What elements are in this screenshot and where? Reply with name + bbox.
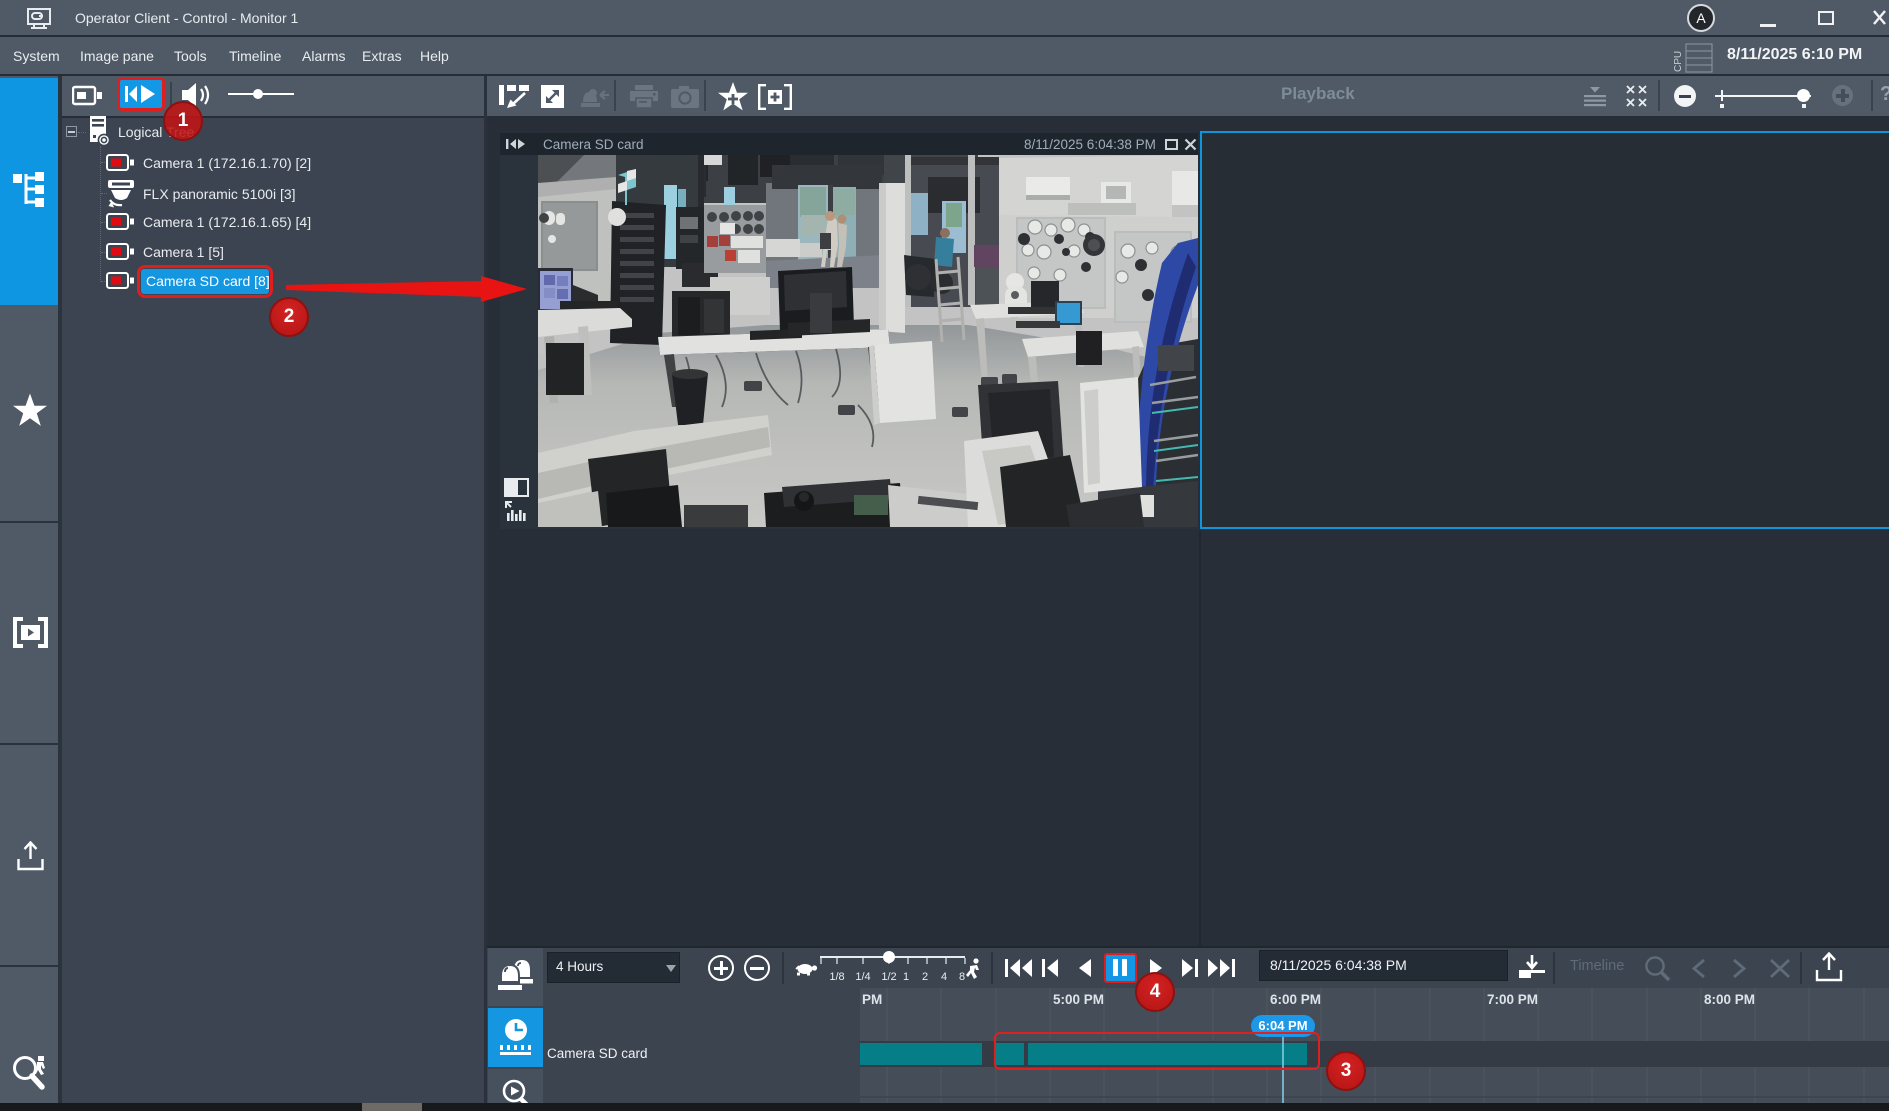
svg-text:6:00 PM: 6:00 PM — [1270, 992, 1321, 1007]
svg-text:PM: PM — [862, 992, 882, 1007]
svg-text:CPU: CPU — [1673, 51, 1684, 72]
svg-text:5:00 PM: 5:00 PM — [1053, 992, 1104, 1007]
svg-text:7:00 PM: 7:00 PM — [1487, 992, 1538, 1007]
svg-text:8:00 PM: 8:00 PM — [1704, 992, 1755, 1007]
